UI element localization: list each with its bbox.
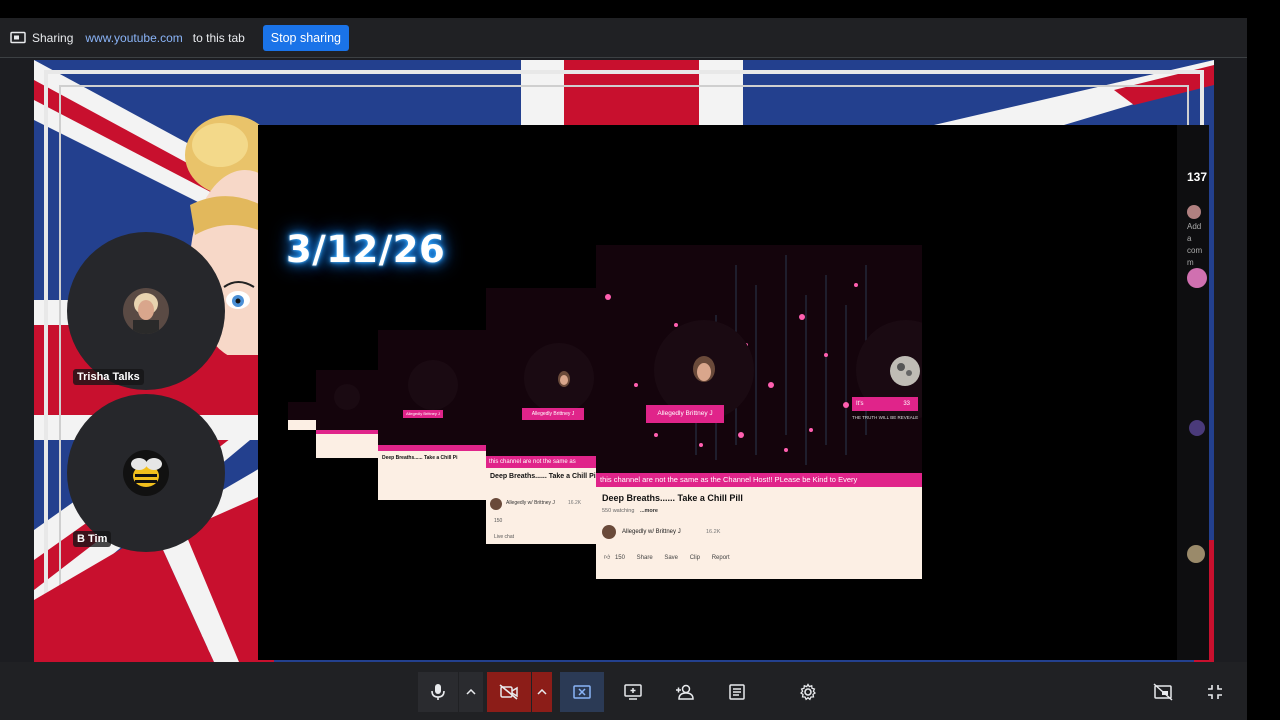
- window-top-strip: [0, 0, 1280, 18]
- ticker-text: this channel are not the same as: [486, 456, 600, 468]
- channel-avatar: [693, 356, 715, 382]
- recursive-card-tiny: [288, 402, 318, 430]
- participant-name-btim: B Tim: [73, 531, 112, 547]
- viewer-count: 137: [1187, 170, 1208, 184]
- to-this-tab-label: to this tab: [192, 30, 245, 45]
- chat-avatar: [1187, 545, 1205, 563]
- captions-icon: [729, 684, 745, 700]
- chat-avatar: [1189, 420, 1205, 436]
- right-edge-panel: [1247, 18, 1280, 720]
- microphone-button[interactable]: [418, 672, 458, 712]
- recursive-card-second: Allegedly Brittney J this channel are no…: [486, 288, 600, 544]
- channel-tag: Allegedly Brittney J: [646, 405, 724, 423]
- participant-name-trisha: Trisha Talks: [73, 369, 144, 385]
- channel-avatar: [558, 371, 570, 387]
- like-count: 150: [494, 518, 503, 524]
- avatar: [123, 450, 169, 496]
- youtube-chat-column: 137 Add a comm: [1177, 125, 1209, 660]
- sharing-bar: Sharing www.youtube.com to this tab Stop…: [0, 18, 1247, 58]
- date-overlay: 3/12/26: [286, 228, 446, 271]
- video-title: Deep Breaths...... Take a Chill Pill: [602, 493, 743, 503]
- channel-tag: Allegedly Brittney J: [403, 410, 443, 418]
- ticker-text: this channel are not the same as the Cha…: [596, 473, 922, 487]
- stop-sharing-button[interactable]: Stop sharing: [262, 24, 349, 51]
- exit-fullscreen-button[interactable]: [1194, 672, 1236, 712]
- share-action[interactable]: Share: [637, 555, 653, 561]
- channel-name: Allegedly w/ Brittney J: [506, 500, 555, 506]
- participant-tile-btim[interactable]: [67, 394, 225, 552]
- hide-self-view-button[interactable]: [1142, 672, 1184, 712]
- save-action[interactable]: Save: [664, 555, 678, 561]
- chevron-up-icon: [466, 689, 476, 695]
- subscriber-count: 16.2K: [568, 500, 582, 506]
- youtube-live-card: Allegedly Brittney J It's 33 THE TRUTH W…: [596, 245, 922, 579]
- hide-self-view-icon: [1153, 683, 1173, 701]
- meeting-controls-bar: [0, 662, 1247, 720]
- channel-name: Allegedly w/ Brittney J: [622, 529, 681, 535]
- clip-action[interactable]: Clip: [690, 555, 700, 561]
- add-comment-placeholder[interactable]: Add a comm: [1187, 221, 1207, 269]
- gear-icon: [800, 683, 816, 701]
- side-tag-number: 33: [903, 401, 910, 407]
- add-person-icon: [676, 684, 694, 700]
- watching-info: 550 watching ...more: [602, 508, 658, 514]
- user-avatar: [1187, 205, 1201, 219]
- like-count: 150: [614, 555, 625, 561]
- like-icon[interactable]: 👍︎: [604, 555, 610, 561]
- shared-url: www.youtube.com: [85, 30, 183, 45]
- video-title: Deep Breaths...... Take a Chill Pi: [382, 455, 458, 461]
- side-tag: It's 33: [852, 397, 918, 411]
- exit-fullscreen-icon: [1208, 685, 1222, 699]
- recursive-card-small: [316, 370, 380, 458]
- channel-avatar: [602, 525, 616, 539]
- chevron-up-icon: [537, 689, 547, 695]
- side-avatar: [890, 356, 920, 386]
- camera-options-button[interactable]: [532, 672, 552, 712]
- sharing-label: Sharing: [32, 30, 74, 45]
- sparkle-background: [596, 245, 922, 473]
- action-row: 👍︎ 150 Share Save Clip Report: [604, 553, 730, 561]
- watching-count: 550 watching: [602, 508, 635, 514]
- video-title: Deep Breaths...... Take a Chill Pi: [490, 473, 596, 480]
- captions-button[interactable]: [716, 672, 758, 712]
- screen-share-icon: [10, 31, 26, 45]
- recursive-card-third: Allegedly Brittney J Deep Breaths...... …: [378, 330, 490, 500]
- report-action[interactable]: Report: [712, 555, 730, 561]
- channel-avatar: [490, 498, 502, 510]
- stop-presenting-button[interactable]: [560, 672, 604, 712]
- side-tag-text: It's: [856, 401, 864, 407]
- camera-toggle-button[interactable]: [487, 672, 531, 712]
- stop-present-icon: [573, 685, 591, 699]
- avatar: [123, 288, 169, 334]
- subscriber-count: 16.2K: [706, 529, 721, 535]
- settings-button[interactable]: [787, 672, 829, 712]
- chat-avatar: [1187, 268, 1207, 288]
- channel-tag: Allegedly Brittney J: [522, 408, 584, 420]
- present-screen-button[interactable]: [612, 672, 654, 712]
- present-screen-icon: [624, 684, 642, 700]
- side-caption: THE TRUTH WILL BE REVEALE: [852, 415, 919, 420]
- participant-tile-trisha[interactable]: [67, 232, 225, 390]
- camera-off-icon: [499, 684, 518, 700]
- mic-icon: [431, 684, 445, 700]
- mic-options-button[interactable]: [459, 672, 483, 712]
- more-link[interactable]: ...more: [640, 508, 658, 514]
- add-person-button[interactable]: [664, 672, 706, 712]
- live-chat-label: Live chat: [494, 534, 515, 540]
